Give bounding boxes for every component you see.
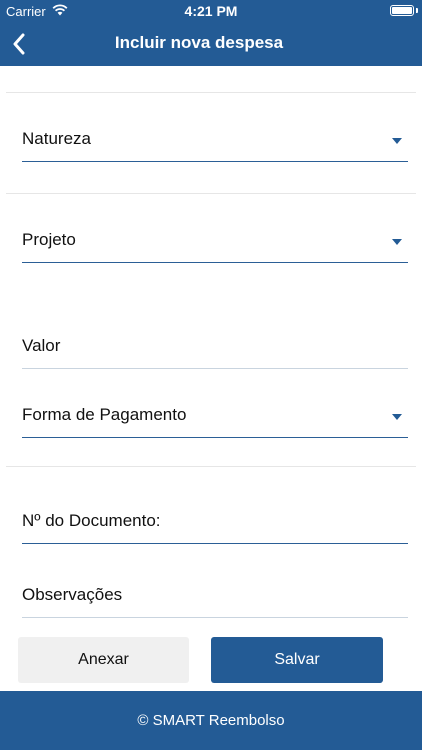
attach-button[interactable]: Anexar xyxy=(18,637,189,683)
footer-copyright: © SMART Reembolso xyxy=(137,712,285,729)
separator xyxy=(6,193,416,194)
separator xyxy=(6,466,416,467)
save-button[interactable]: Salvar xyxy=(211,637,383,683)
documento-label: Nº do Documento: xyxy=(22,511,161,530)
documento-input[interactable]: Nº do Documento: xyxy=(22,508,408,544)
observacoes-input[interactable]: Observações xyxy=(22,582,408,618)
separator xyxy=(6,92,416,93)
footer: © SMART Reembolso xyxy=(0,691,422,750)
forma-pagamento-label: Forma de Pagamento xyxy=(22,405,187,424)
screen: Carrier 4:21 PM Incluir nova despesa Nat… xyxy=(0,0,422,750)
nav-bar: Incluir nova despesa xyxy=(0,22,422,66)
valor-label: Valor xyxy=(22,336,61,355)
caret-down-icon xyxy=(392,414,402,420)
battery-tip xyxy=(416,8,418,13)
caret-down-icon xyxy=(392,138,402,144)
observacoes-label: Observações xyxy=(22,585,123,604)
caret-down-icon xyxy=(392,239,402,245)
forma-pagamento-dropdown[interactable]: Forma de Pagamento xyxy=(22,402,408,438)
status-bar: Carrier 4:21 PM xyxy=(0,0,422,22)
status-time: 4:21 PM xyxy=(184,3,238,19)
projeto-dropdown[interactable]: Projeto xyxy=(22,227,408,263)
valor-input[interactable]: Valor xyxy=(22,333,408,369)
natureza-dropdown[interactable]: Natureza xyxy=(22,126,408,162)
battery-icon xyxy=(390,5,414,16)
natureza-label: Natureza xyxy=(22,129,91,148)
battery-fill xyxy=(392,7,412,14)
projeto-label: Projeto xyxy=(22,230,76,249)
header: Carrier 4:21 PM Incluir nova despesa xyxy=(0,0,422,66)
page-title: Incluir nova despesa xyxy=(114,33,284,52)
